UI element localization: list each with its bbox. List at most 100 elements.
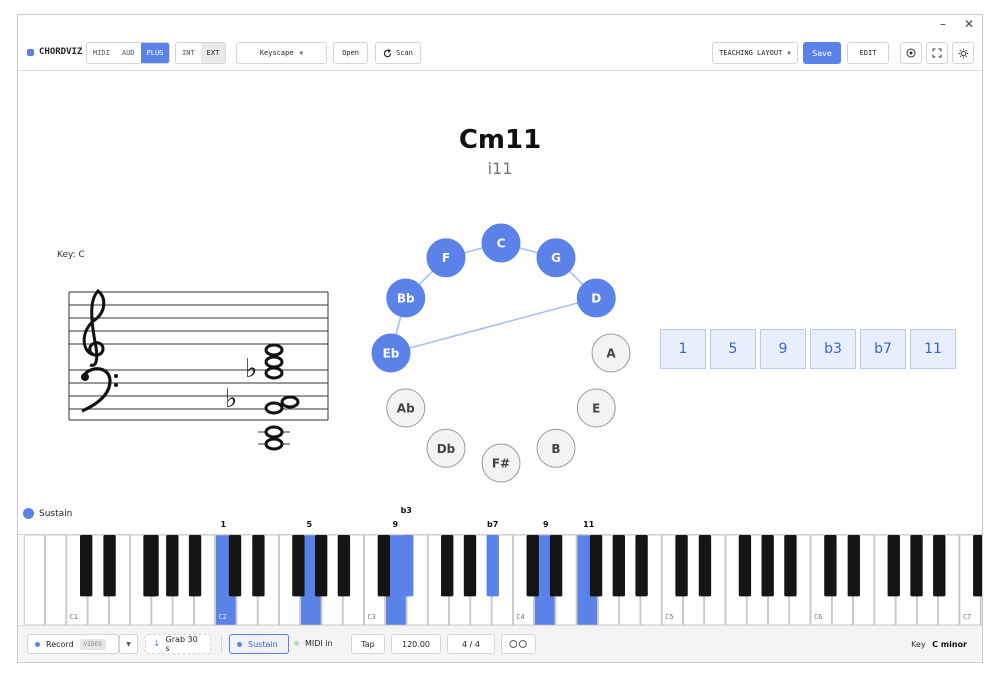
octave-label: C4	[516, 613, 524, 621]
black-key[interactable]	[784, 535, 797, 597]
edit-button-label: EDIT	[859, 49, 877, 57]
sustain-indicator-label: Sustain	[39, 508, 73, 519]
black-key[interactable]	[166, 535, 179, 597]
circle-note-fsharp[interactable]: F#	[481, 443, 521, 483]
black-key[interactable]	[228, 535, 242, 597]
circle-note-f[interactable]: F	[426, 238, 466, 278]
black-key[interactable]	[887, 535, 900, 597]
sustain-toggle[interactable]: Sustain	[229, 634, 289, 654]
source-plug-button[interactable]: PLUG	[140, 43, 170, 63]
black-key[interactable]	[143, 535, 156, 597]
layout-select[interactable]: TEACHING LAYOUT ▼	[712, 42, 798, 64]
black-key[interactable]	[738, 535, 752, 597]
minimize-icon[interactable]: –	[940, 17, 946, 31]
tempo-field[interactable]: 120.00	[391, 634, 441, 654]
black-key[interactable]	[337, 535, 351, 597]
record-dot-icon	[35, 641, 40, 647]
title-bar: – ✕	[18, 15, 982, 37]
circle-note-b[interactable]: B	[536, 428, 576, 468]
key-interval-label: 9	[542, 520, 549, 529]
record-target-button[interactable]	[900, 42, 922, 64]
black-key[interactable]	[612, 535, 626, 597]
black-key[interactable]	[973, 535, 982, 597]
tap-tempo-button[interactable]: Tap	[351, 634, 385, 654]
black-key[interactable]	[486, 535, 499, 597]
interval-box[interactable]: 5	[710, 329, 756, 369]
black-key[interactable]	[441, 535, 454, 597]
record-button-label: Record	[46, 639, 74, 649]
black-key[interactable]	[463, 535, 477, 597]
white-key[interactable]	[23, 535, 45, 625]
circle-note-db[interactable]: Db	[426, 428, 466, 468]
black-key[interactable]	[824, 535, 837, 597]
edit-button[interactable]: EDIT	[847, 42, 889, 64]
preset-select[interactable]: Keyscape ▼	[236, 42, 327, 64]
black-key[interactable]	[252, 535, 265, 597]
circle-note-d[interactable]: D	[576, 278, 616, 318]
circle-note-eb[interactable]: Eb	[371, 333, 411, 373]
scan-button[interactable]: Scan	[375, 42, 421, 64]
fullscreen-button[interactable]	[926, 42, 948, 64]
circle-note-label: E	[592, 402, 600, 416]
record-target-icon	[906, 48, 916, 58]
layout-select-value: TEACHING LAYOUT	[719, 49, 783, 57]
black-key[interactable]	[847, 535, 860, 597]
open-button[interactable]: Open	[333, 42, 368, 64]
record-options-dropdown[interactable]: ▼	[119, 634, 138, 654]
white-key[interactable]	[45, 535, 67, 625]
close-icon[interactable]: ✕	[964, 17, 974, 31]
bass-clef-icon	[81, 367, 118, 413]
source-mode-toggle: MIDI AUD PLUG	[86, 42, 171, 64]
black-key[interactable]	[103, 535, 116, 597]
black-key[interactable]	[910, 535, 923, 597]
circle-note-e[interactable]: E	[576, 388, 616, 428]
black-key[interactable]	[698, 535, 712, 597]
interval-box[interactable]: 1	[660, 329, 706, 369]
toolbar: CHORDVIZ MIDI AUD PLUG INT EXT Keyscape …	[18, 37, 982, 71]
tap-button-label: Tap	[361, 639, 375, 649]
clock-ext-button[interactable]: EXT	[200, 43, 226, 63]
source-midi-button[interactable]: MIDI	[87, 43, 116, 63]
black-key[interactable]	[761, 535, 774, 597]
key-display: Key C minor	[911, 640, 967, 649]
black-key[interactable]	[549, 535, 563, 597]
black-key[interactable]	[933, 535, 946, 597]
scan-button-label: Scan	[396, 49, 413, 57]
black-key[interactable]	[377, 535, 391, 597]
interval-box[interactable]: 9	[760, 329, 806, 369]
record-button[interactable]: Record VIDEO	[27, 634, 119, 654]
chevron-down-icon: ▼	[126, 640, 131, 648]
key-interval-label: b3	[400, 506, 412, 515]
black-key[interactable]	[526, 535, 539, 597]
black-key[interactable]	[314, 535, 328, 597]
circle-note-ab[interactable]: Ab	[386, 388, 426, 428]
clock-int-button[interactable]: INT	[176, 43, 201, 63]
interval-box[interactable]: b3	[810, 329, 856, 369]
time-signature-value: 4 / 4	[462, 639, 480, 649]
source-aud-button[interactable]: AUD	[115, 43, 141, 63]
circle-note-g[interactable]: G	[536, 238, 576, 278]
black-key[interactable]	[188, 535, 202, 597]
black-key[interactable]	[79, 535, 93, 597]
save-button[interactable]: Save	[803, 42, 841, 64]
interval-box[interactable]: 11	[910, 329, 956, 369]
brand-logo: CHORDVIZ	[27, 47, 82, 57]
divider	[221, 636, 222, 652]
key-display-value: C minor	[932, 640, 967, 649]
metronome-toggle[interactable]	[501, 634, 536, 654]
grand-staff: ♭ ♭	[68, 289, 329, 451]
black-key[interactable]	[589, 535, 603, 597]
grab-button[interactable]: ↓ Grab 30 s	[145, 634, 211, 654]
interval-box[interactable]: b7	[860, 329, 906, 369]
circle-note-c[interactable]: C	[481, 223, 521, 263]
time-signature-field[interactable]: 4 / 4	[447, 634, 495, 654]
circle-note-a[interactable]: A	[591, 333, 631, 373]
circle-note-bb[interactable]: Bb	[386, 278, 426, 318]
black-key[interactable]	[401, 535, 414, 597]
black-key[interactable]	[635, 535, 648, 597]
chord-name: Cm11	[458, 125, 542, 155]
black-key[interactable]	[675, 535, 688, 597]
sustain-dot-icon	[23, 508, 34, 519]
black-key[interactable]	[292, 535, 305, 597]
settings-button[interactable]	[952, 42, 974, 64]
